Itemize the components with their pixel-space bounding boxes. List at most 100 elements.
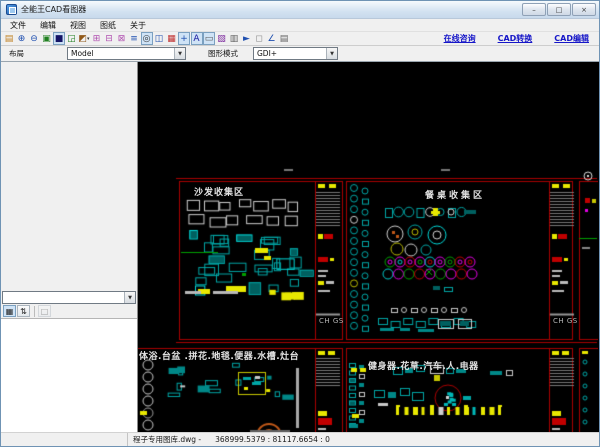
zoom-in-button[interactable]: ⊕	[16, 32, 28, 45]
next-view-icon: ⊟	[105, 33, 113, 44]
open-file-icon: ▤	[4, 33, 14, 44]
categorized-icon: ▦	[5, 306, 14, 316]
chevron-down-icon[interactable]: ▼	[124, 292, 135, 303]
section-title-bath: 体浴.台盆 .拼花.地毯.便器.水槽.灶台	[139, 352, 300, 362]
layer-colors-button[interactable]: ▦	[166, 32, 178, 45]
select-button[interactable]: ►	[241, 32, 253, 45]
pan-button[interactable]: +	[178, 32, 190, 45]
zoom-extents-icon: ▣	[42, 33, 51, 44]
app-icon	[6, 4, 17, 15]
layout-combobox[interactable]: Model ▼	[67, 47, 186, 60]
status-bar: 程子专用图库.dwg - 368999.5379 : 81117.6654 : …	[1, 432, 599, 446]
zoom-extents-button[interactable]: ▣	[41, 32, 53, 45]
window-title: 全能王CAD看图器	[21, 5, 87, 14]
layout-combobox-value: Model	[71, 49, 94, 58]
regen-view-button[interactable]: ◲	[66, 32, 78, 45]
background-toggle-icon: ■	[54, 33, 64, 44]
minimize-button[interactable]: –	[522, 3, 546, 16]
regen-view-icon: ◲	[67, 33, 76, 44]
menu-about[interactable]: 关于	[123, 19, 153, 32]
property-list[interactable]	[1, 318, 137, 432]
titleblock-label-sofa: CH GS	[319, 317, 344, 325]
main-area: ▼ ▦ ⇅ □ 沙发收集区 餐桌收集区 体浴.台盆 .拼花.地毯.便器.水槽.灶台 …	[1, 62, 599, 432]
chevron-down-icon: ▾	[87, 35, 90, 42]
close-button[interactable]: ×	[572, 3, 596, 16]
mirror-view-button[interactable]: ⊠	[116, 32, 128, 45]
categorized-button[interactable]: ▦	[3, 305, 16, 317]
titleblock-label-dining: CH GS	[553, 317, 578, 325]
status-filename: 程子专用图库.dwg -	[133, 435, 202, 444]
link-online-consult[interactable]: 在线咨询	[444, 33, 476, 44]
toolbar-links: 在线咨询 CAD转换 CAD编辑	[422, 33, 597, 44]
title-bar: 全能王CAD看图器 – □ ×	[1, 1, 599, 19]
palette-button[interactable]: ◩ ▾	[78, 32, 90, 45]
chevron-down-icon[interactable]: ▼	[174, 48, 185, 59]
app-window: 全能王CAD看图器 – □ × 文件 编辑 视图 图纸 关于 ▤ ⊕ ⊖ ▣ ■ ◲ ◩ ▾ ⊞ ⊟ ⊠ ≡ ◎…	[0, 0, 600, 447]
cad-drawing-canvas	[138, 62, 598, 432]
zoom-out-icon: ⊖	[30, 33, 38, 44]
sort-alphabetical-icon: ⇅	[20, 306, 27, 316]
link-cad-edit[interactable]: CAD编辑	[554, 33, 589, 44]
select-icon: ►	[243, 33, 250, 44]
zoom-window-button[interactable]: ◻	[253, 32, 265, 45]
orbit-button[interactable]: ◎	[140, 32, 153, 45]
toolbar: ▤ ⊕ ⊖ ▣ ■ ◲ ◩ ▾ ⊞ ⊟ ⊠ ≡ ◎ ◫ ▦ + A ▭ ▧ ▥ ► ◻ ∠ ▤ 在线咨询 CAD转换 CAD编辑	[1, 32, 599, 46]
layer-colors-icon: ▦	[167, 33, 176, 44]
section-title-sofa: 沙发收集区	[194, 188, 245, 198]
line-width-icon: ▧	[217, 33, 226, 44]
zoom-in-icon: ⊕	[17, 33, 26, 44]
layout-bar: 布局 Model ▼ 图形模式 GDI+ ▼	[1, 46, 599, 62]
line-width-button[interactable]: ▧	[216, 32, 228, 45]
prev-view-button[interactable]: ⊞	[91, 32, 103, 45]
mirror-view-icon: ⊠	[117, 33, 126, 44]
property-toolbar: ▦ ⇅ □	[1, 304, 137, 318]
zoom-window-icon: ◻	[255, 33, 263, 44]
property-filter-value	[3, 292, 124, 303]
measure-angle-button[interactable]: ∠	[266, 32, 278, 45]
status-main-cell: 程子专用图库.dwg - 368999.5379 : 81117.6654 : …	[128, 433, 599, 446]
cad-viewport[interactable]: 沙发收集区 餐桌收集区 体浴.台盆 .拼花.地毯.便器.水槽.灶台 健身器.花草…	[138, 62, 599, 432]
measure-button[interactable]: ▭	[203, 32, 215, 45]
maximize-button[interactable]: □	[547, 3, 571, 16]
status-coordinates: 368999.5379 : 81117.6654 : 0	[215, 435, 330, 444]
toolbar-separator	[34, 305, 35, 317]
graphics-mode-label: 图形模式	[208, 49, 238, 58]
layer-list-icon: ≡	[130, 33, 138, 44]
menu-sheet[interactable]: 图纸	[93, 19, 123, 32]
sort-alphabetical-button[interactable]: ⇅	[17, 305, 30, 317]
menu-view[interactable]: 视图	[63, 19, 93, 32]
copy-button[interactable]: ▤	[278, 32, 290, 45]
section-title-fitness: 健身器.花草.汽车.人.电器	[368, 362, 479, 372]
menu-bar: 文件 编辑 视图 图纸 关于	[1, 19, 599, 32]
layer-list-button[interactable]: ≡	[128, 32, 140, 45]
copy-icon: ▤	[279, 33, 289, 44]
zoom-out-button[interactable]: ⊖	[28, 32, 40, 45]
chevron-down-icon[interactable]: ▼	[326, 48, 337, 59]
layout-label: 布局	[9, 49, 24, 58]
open-file-button[interactable]: ▤	[3, 32, 15, 45]
text-toggle-icon: A	[193, 33, 200, 44]
pan-icon: +	[180, 33, 188, 44]
property-filter-combobox[interactable]: ▼	[2, 291, 136, 304]
next-view-button[interactable]: ⊟	[103, 32, 115, 45]
background-toggle-button[interactable]: ■	[53, 32, 65, 45]
measure-icon: ▭	[204, 33, 214, 44]
toolbar-buttons: ▤ ⊕ ⊖ ▣ ■ ◲ ◩ ▾ ⊞ ⊟ ⊠ ≡ ◎ ◫ ▦ + A ▭ ▧ ▥ ► ◻ ∠ ▤	[3, 32, 291, 45]
link-cad-convert[interactable]: CAD转换	[498, 33, 533, 44]
graphics-mode-combobox[interactable]: GDI+ ▼	[253, 47, 338, 60]
left-panel: ▼ ▦ ⇅ □	[1, 62, 138, 432]
viewport-tiles-icon: ◫	[154, 33, 164, 44]
menu-file[interactable]: 文件	[3, 19, 33, 32]
palette-icon: ◩	[78, 33, 87, 44]
text-toggle-button[interactable]: A	[190, 32, 203, 45]
section-title-dining: 餐桌收集区	[425, 191, 486, 201]
print-icon: ▥	[229, 33, 239, 44]
print-button[interactable]: ▥	[228, 32, 240, 45]
prev-view-icon: ⊞	[92, 33, 101, 44]
detail-page-icon: □	[40, 306, 49, 316]
detail-page-button: □	[38, 305, 51, 317]
menu-edit[interactable]: 编辑	[33, 19, 63, 32]
viewport-tiles-button[interactable]: ◫	[153, 32, 165, 45]
graphics-mode-value: GDI+	[257, 49, 278, 58]
window-controls: – □ ×	[521, 3, 596, 16]
